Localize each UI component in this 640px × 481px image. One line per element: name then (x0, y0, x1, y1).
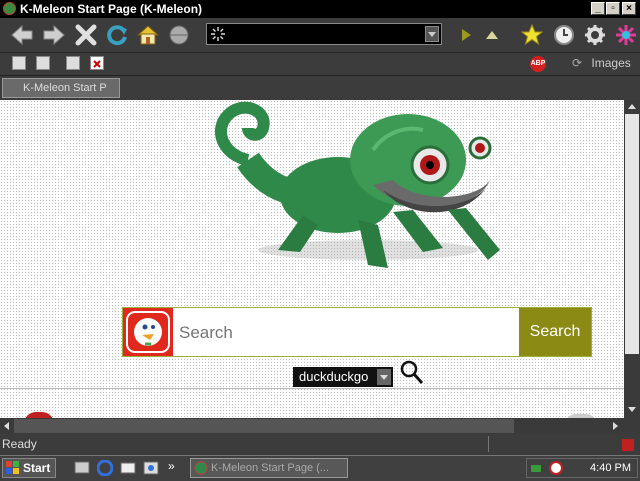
home-button[interactable] (134, 21, 162, 49)
home-icon (136, 25, 160, 45)
taskbar-item-kmeleon[interactable]: K-Meleon Start Page (... (190, 458, 348, 478)
go-button[interactable] (452, 21, 480, 49)
kmeleon-logo-icon (616, 25, 636, 45)
scroll-down-icon[interactable] (627, 404, 637, 414)
search-button[interactable]: Search (519, 308, 591, 356)
status-panel (488, 436, 609, 452)
taskbar: Start » K-Meleon Start Page (... 4:40 PM (0, 455, 640, 481)
new-window-button[interactable] (12, 56, 26, 70)
globe-icon (169, 25, 189, 45)
history-clock-icon (554, 25, 574, 45)
window-title: K-Meleon Start Page (K-Meleon) (20, 2, 203, 16)
close-tab-button[interactable] (90, 56, 104, 70)
duckduckgo-logo (123, 308, 173, 356)
up-icon (486, 31, 498, 39)
status-bar: Ready (0, 434, 640, 455)
media-icon[interactable] (143, 460, 159, 476)
network-icon[interactable] (530, 461, 546, 475)
chameleon-image (214, 101, 500, 268)
minimize-button[interactable]: _ (591, 2, 605, 15)
horizontal-scrollbar[interactable] (0, 418, 624, 434)
scroll-up-icon[interactable] (627, 102, 637, 112)
search-engine-select[interactable]: duckduckgo (293, 367, 393, 387)
show-desktop-icon[interactable] (74, 460, 90, 476)
resize-grip-icon[interactable] (620, 437, 636, 453)
tray-app-icon[interactable] (549, 461, 563, 475)
reload-icon (107, 25, 127, 46)
bookmarks-button[interactable] (518, 21, 546, 49)
system-tray: 4:40 PM (526, 458, 638, 478)
vertical-scrollbar[interactable] (624, 100, 640, 418)
horizontal-scroll-thumb[interactable] (14, 419, 514, 433)
start-button[interactable]: Start (2, 458, 56, 478)
reload-button[interactable] (103, 21, 131, 49)
back-button[interactable] (8, 21, 36, 49)
settings-button[interactable] (581, 21, 609, 49)
start-label: Start (23, 461, 51, 475)
address-dropdown-button[interactable] (425, 26, 439, 42)
chevron-down-icon (428, 32, 436, 37)
page-content: Search duckduckgo (0, 100, 624, 418)
address-bar[interactable] (206, 23, 442, 45)
images-label: Images (591, 56, 631, 70)
page-loading-icon (211, 27, 225, 41)
back-icon (11, 24, 33, 46)
app-icon (3, 2, 16, 15)
chevron-down-icon (380, 375, 388, 380)
search-input[interactable] (175, 308, 525, 358)
status-text: Ready (2, 437, 37, 451)
kmeleon-logo[interactable] (612, 21, 640, 49)
close-icon (93, 60, 101, 68)
history-button[interactable] (550, 21, 578, 49)
forward-icon (43, 24, 65, 46)
tab-label: K-Meleon Start P (23, 82, 107, 94)
stop-button[interactable] (72, 21, 100, 49)
forward-button[interactable] (40, 21, 68, 49)
search-engine-dropdown[interactable] (377, 369, 391, 385)
stop-icon (75, 24, 97, 46)
go-icon (462, 29, 471, 41)
quick-launch-overflow-icon[interactable]: » (168, 459, 175, 473)
maximize-button[interactable]: ▫ (606, 2, 620, 15)
scroll-right-icon[interactable] (610, 421, 620, 431)
taskbar-item-label: K-Meleon Start Page (... (211, 462, 329, 474)
vertical-scroll-thumb[interactable] (625, 114, 639, 354)
browser-window: K-Meleon Start Page (K-Meleon) _ ▫ × ABP… (0, 0, 640, 455)
duckduckgo-duck-icon (126, 311, 170, 353)
outlook-icon[interactable] (120, 460, 136, 476)
search-box: Search (122, 307, 592, 358)
kmeleon-app-icon (194, 461, 208, 475)
layer-button[interactable] (66, 56, 80, 70)
settings-gear-icon (585, 25, 605, 45)
scroll-left-icon[interactable] (2, 421, 12, 431)
address-input[interactable] (229, 26, 423, 44)
images-toggle[interactable]: ⟳ Images (572, 56, 631, 70)
internet-explorer-icon[interactable] (97, 460, 113, 476)
adblock-button[interactable]: ABP (530, 56, 546, 72)
search-magnifier-icon[interactable] (400, 360, 424, 386)
refresh-small-icon: ⟳ (572, 56, 583, 70)
bookmark-star-icon (521, 24, 543, 46)
tab-kmeleon-start-page[interactable]: K-Meleon Start P (2, 78, 120, 98)
content-divider (0, 388, 624, 389)
globe-button[interactable] (165, 21, 193, 49)
search-engine-value: duckduckgo (299, 369, 369, 384)
clock[interactable]: 4:40 PM (590, 462, 631, 474)
up-button[interactable] (478, 21, 506, 49)
windows-logo-icon (6, 461, 19, 474)
close-button[interactable]: × (622, 2, 636, 15)
title-bar: K-Meleon Start Page (K-Meleon) _ ▫ × (0, 0, 640, 18)
new-tab-button[interactable] (36, 56, 50, 70)
